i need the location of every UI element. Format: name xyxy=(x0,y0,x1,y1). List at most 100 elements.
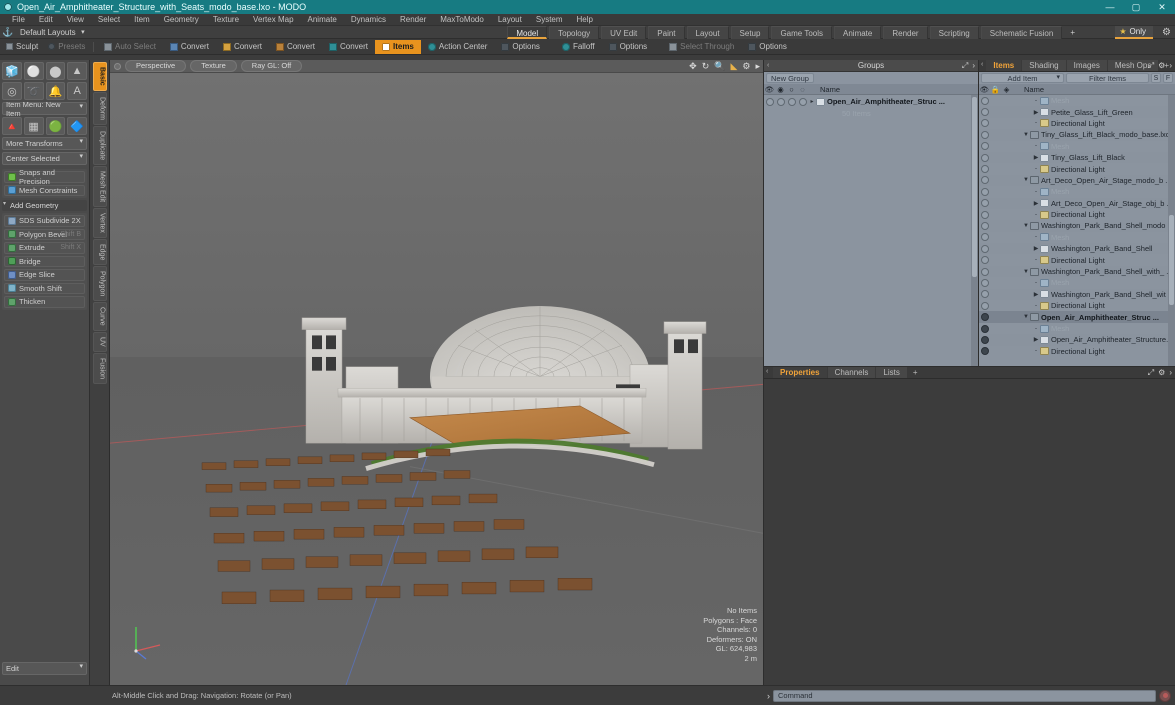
tab-game-tools[interactable]: Game Tools xyxy=(771,26,832,39)
cone-icon[interactable]: ▲ xyxy=(67,62,87,80)
convert-button-3[interactable]: Convert xyxy=(269,40,322,54)
items-list-body[interactable]: - Mesh ▶ Petite_Glass_Lift_Green - Directiona… xyxy=(979,95,1175,366)
item-row[interactable]: - Directional Light xyxy=(979,209,1175,220)
bridge-button[interactable]: Bridge xyxy=(4,255,85,267)
tab-scripting[interactable]: Scripting xyxy=(929,26,979,39)
item-row[interactable]: ▶ Art_Deco_Open_Air_Stage_obj_b ... xyxy=(979,197,1175,209)
item-row[interactable]: - Directional Light xyxy=(979,300,1175,311)
vtab-deform[interactable]: Deform xyxy=(92,91,107,125)
expand-arrow-icon[interactable]: ▸ xyxy=(808,98,816,105)
expand-icon[interactable]: ⤢ xyxy=(962,61,968,71)
select-through-button[interactable]: Select Through xyxy=(662,40,741,54)
convert-button-2[interactable]: Convert xyxy=(216,40,269,54)
light-icon[interactable]: ◣ xyxy=(730,61,737,72)
row-visibility-toggle[interactable] xyxy=(979,153,990,162)
menu-item[interactable]: Item xyxy=(127,14,157,26)
menu-help[interactable]: Help xyxy=(570,14,600,26)
expand-arrow-icon[interactable]: ▶ xyxy=(1032,200,1040,207)
menu-animate[interactable]: Animate xyxy=(301,14,344,26)
chevron-left-icon[interactable]: ‹ xyxy=(767,62,769,69)
item-row[interactable]: ▼ Open_Air_Amphitheater_Struc ... xyxy=(979,311,1175,323)
chevron-right-icon[interactable]: › xyxy=(1169,61,1172,71)
row-visibility-toggle[interactable] xyxy=(979,199,990,208)
row-visibility-toggle[interactable] xyxy=(979,221,990,230)
viewport-3d[interactable]: Perspective Texture Ray GL: Off ✥ ↻ 🔍 ◣ … xyxy=(110,60,763,685)
record-icon[interactable] xyxy=(1159,689,1171,702)
row-visibility-toggle[interactable] xyxy=(979,347,990,356)
tab-layout[interactable]: Layout xyxy=(686,26,729,39)
filter-s-button[interactable]: S xyxy=(1151,73,1161,83)
only-button[interactable]: ★ Only xyxy=(1115,26,1153,39)
menu-view[interactable]: View xyxy=(60,14,91,26)
item-row[interactable]: - Mesh xyxy=(979,95,1175,106)
item-row[interactable]: ▼ Washington_Park_Band_Shell_with_ ... xyxy=(979,265,1175,278)
new-group-button[interactable]: New Group xyxy=(766,73,814,83)
chevron-left-icon[interactable]: ‹ xyxy=(766,368,768,375)
locator-icon[interactable]: 🔺 xyxy=(2,117,22,135)
row-visibility-toggle[interactable] xyxy=(979,256,990,265)
edit-dropdown[interactable]: Edit xyxy=(2,662,87,675)
item-row[interactable]: - Directional Light xyxy=(979,118,1175,129)
items-mode-button[interactable]: Items xyxy=(374,39,421,54)
lock-icon[interactable]: ○ xyxy=(786,85,797,94)
tab-schematic-fusion[interactable]: Schematic Fusion xyxy=(980,26,1063,39)
auto-select-button[interactable]: Auto Select xyxy=(97,40,163,54)
item-row[interactable]: ▼ Tiny_Glass_Lift_Black_modo_base.lxo* xyxy=(979,129,1175,141)
row-visibility-toggle[interactable] xyxy=(979,233,990,242)
viewport-canvas[interactable]: No Items Polygons : Face Channels: 0 Def… xyxy=(110,73,763,685)
vtab-duplicate[interactable]: Duplicate xyxy=(92,125,107,165)
gem-icon[interactable]: 🟢 xyxy=(45,117,66,135)
layout-selector[interactable]: Default Layouts xyxy=(16,28,88,37)
item-row[interactable]: - Mesh xyxy=(979,232,1175,243)
smooth-shift-button[interactable]: Smooth Shift xyxy=(4,282,85,294)
ghost-icon[interactable]: ◌ xyxy=(797,85,808,94)
gear-icon[interactable]: ⚙ xyxy=(1158,61,1165,71)
chevron-right-icon[interactable]: › xyxy=(1169,368,1172,378)
row-visibility-toggle[interactable] xyxy=(979,142,990,151)
chevron-left-icon[interactable]: ‹ xyxy=(981,61,983,68)
collapse-arrow-icon[interactable]: ▼ xyxy=(1022,314,1030,320)
item-row[interactable]: ▶ Petite_Glass_Lift_Green xyxy=(979,106,1175,118)
more-transforms-dropdown[interactable]: More Transforms xyxy=(2,137,87,150)
vtab-vertex[interactable]: Vertex xyxy=(92,207,107,238)
eye-icon[interactable]: 👁 xyxy=(979,85,990,94)
torus-icon[interactable]: ◎ xyxy=(2,82,22,100)
gear-icon[interactable]: ⚙ xyxy=(1162,27,1171,38)
tab-render[interactable]: Render xyxy=(883,26,928,39)
view-mode-dropdown[interactable]: Perspective xyxy=(125,60,187,72)
collapse-arrow-icon[interactable]: ▼ xyxy=(1022,177,1030,183)
tab-uvedit[interactable]: UV Edit xyxy=(601,26,647,39)
convert-button-4[interactable]: Convert xyxy=(322,40,375,54)
sds-subdivide-button[interactable]: SDS Subdivide 2X xyxy=(4,215,85,227)
text-icon[interactable]: A xyxy=(67,82,87,100)
row-visibility-toggle[interactable] xyxy=(979,130,990,139)
zoom-view-icon[interactable]: 🔍 xyxy=(714,61,725,72)
lock-icon[interactable]: 🔒 xyxy=(990,85,1001,94)
vtab-uv[interactable]: UV xyxy=(92,332,107,352)
tab-images[interactable]: Images xyxy=(1066,60,1107,71)
render-icon[interactable]: ◈ xyxy=(1001,85,1012,94)
capsule-icon[interactable]: 🔔 xyxy=(45,82,66,100)
tab-channels[interactable]: Channels xyxy=(827,367,876,378)
row-visibility-toggle[interactable] xyxy=(979,108,990,117)
row-visibility-toggle[interactable] xyxy=(979,96,990,105)
falloff-button[interactable]: Falloff xyxy=(555,40,602,54)
extrude-button[interactable]: Extrude Shift X xyxy=(4,242,85,254)
row-render-toggle[interactable] xyxy=(775,97,786,106)
tab-setup[interactable]: Setup xyxy=(730,26,770,39)
raygl-toggle[interactable]: Ray GL: Off xyxy=(240,60,303,72)
expand-arrow-icon[interactable]: ▶ xyxy=(1032,336,1040,343)
sculpt-button[interactable]: Sculpt xyxy=(2,40,42,54)
snaps-and-precision-button[interactable]: Snaps and Precision xyxy=(4,168,85,186)
add-item-button[interactable]: Add Item xyxy=(981,73,1064,83)
group-row[interactable]: ▸ Open_Air_Amphitheater_Struc ... xyxy=(764,95,978,108)
pyramid-icon[interactable]: 🔷 xyxy=(67,117,87,135)
select-through-options-button[interactable]: Options xyxy=(741,40,794,54)
tab-items[interactable]: Items xyxy=(986,60,1022,71)
menu-edit[interactable]: Edit xyxy=(32,14,60,26)
minimize-button[interactable]: — xyxy=(1097,0,1123,14)
menu-render[interactable]: Render xyxy=(393,14,433,26)
add-geometry-header[interactable]: Add Geometry xyxy=(2,200,87,211)
tab-topology[interactable]: Topology xyxy=(549,26,600,39)
maximize-button[interactable]: ▢ xyxy=(1123,0,1149,14)
